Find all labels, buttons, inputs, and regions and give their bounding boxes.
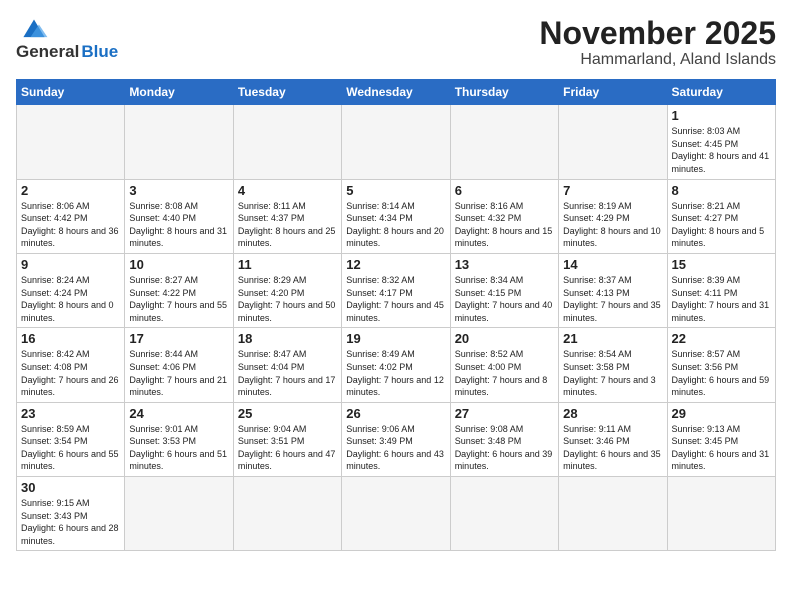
empty-cell <box>17 105 125 179</box>
empty-cell <box>233 105 341 179</box>
day-11: 11 Sunrise: 8:29 AM Sunset: 4:20 PM Dayl… <box>233 253 341 327</box>
day-10: 10 Sunrise: 8:27 AM Sunset: 4:22 PM Dayl… <box>125 253 233 327</box>
weekday-header-row: Sunday Monday Tuesday Wednesday Thursday… <box>17 80 776 105</box>
location-title: Hammarland, Aland Islands <box>539 51 776 69</box>
day-28: 28 Sunrise: 9:11 AM Sunset: 3:46 PM Dayl… <box>559 402 667 476</box>
day-20: 20 Sunrise: 8:52 AM Sunset: 4:00 PM Dayl… <box>450 328 558 402</box>
day-4: 4 Sunrise: 8:11 AM Sunset: 4:37 PM Dayli… <box>233 179 341 253</box>
empty-cell <box>342 105 450 179</box>
day-7: 7 Sunrise: 8:19 AM Sunset: 4:29 PM Dayli… <box>559 179 667 253</box>
day-17: 17 Sunrise: 8:44 AM Sunset: 4:06 PM Dayl… <box>125 328 233 402</box>
day-30: 30 Sunrise: 9:15 AM Sunset: 3:43 PM Dayl… <box>17 477 125 551</box>
day-16: 16 Sunrise: 8:42 AM Sunset: 4:08 PM Dayl… <box>17 328 125 402</box>
day-13: 13 Sunrise: 8:34 AM Sunset: 4:15 PM Dayl… <box>450 253 558 327</box>
week-row-2: 2 Sunrise: 8:06 AM Sunset: 4:42 PM Dayli… <box>17 179 776 253</box>
day-18: 18 Sunrise: 8:47 AM Sunset: 4:04 PM Dayl… <box>233 328 341 402</box>
empty-cell <box>125 477 233 551</box>
page-header: General Blue November 2025 Hammarland, A… <box>16 16 776 69</box>
logo-icon <box>16 16 52 40</box>
day-2: 2 Sunrise: 8:06 AM Sunset: 4:42 PM Dayli… <box>17 179 125 253</box>
empty-cell <box>342 477 450 551</box>
day-15: 15 Sunrise: 8:39 AM Sunset: 4:11 PM Dayl… <box>667 253 775 327</box>
logo-general: General <box>16 42 79 62</box>
day-8: 8 Sunrise: 8:21 AM Sunset: 4:27 PM Dayli… <box>667 179 775 253</box>
logo: General Blue <box>16 16 118 62</box>
day-25: 25 Sunrise: 9:04 AM Sunset: 3:51 PM Dayl… <box>233 402 341 476</box>
day-21: 21 Sunrise: 8:54 AM Sunset: 3:58 PM Dayl… <box>559 328 667 402</box>
month-title: November 2025 <box>539 16 776 51</box>
day-6: 6 Sunrise: 8:16 AM Sunset: 4:32 PM Dayli… <box>450 179 558 253</box>
day-24: 24 Sunrise: 9:01 AM Sunset: 3:53 PM Dayl… <box>125 402 233 476</box>
empty-cell <box>559 477 667 551</box>
week-row-1: 1 Sunrise: 8:03 AM Sunset: 4:45 PM Dayli… <box>17 105 776 179</box>
day-22: 22 Sunrise: 8:57 AM Sunset: 3:56 PM Dayl… <box>667 328 775 402</box>
day-26: 26 Sunrise: 9:06 AM Sunset: 3:49 PM Dayl… <box>342 402 450 476</box>
day-5: 5 Sunrise: 8:14 AM Sunset: 4:34 PM Dayli… <box>342 179 450 253</box>
day-29: 29 Sunrise: 9:13 AM Sunset: 3:45 PM Dayl… <box>667 402 775 476</box>
header-saturday: Saturday <box>667 80 775 105</box>
day-9: 9 Sunrise: 8:24 AM Sunset: 4:24 PM Dayli… <box>17 253 125 327</box>
header-friday: Friday <box>559 80 667 105</box>
header-sunday: Sunday <box>17 80 125 105</box>
day-23: 23 Sunrise: 8:59 AM Sunset: 3:54 PM Dayl… <box>17 402 125 476</box>
day-19: 19 Sunrise: 8:49 AM Sunset: 4:02 PM Dayl… <box>342 328 450 402</box>
title-block: November 2025 Hammarland, Aland Islands <box>539 16 776 69</box>
week-row-5: 23 Sunrise: 8:59 AM Sunset: 3:54 PM Dayl… <box>17 402 776 476</box>
header-thursday: Thursday <box>450 80 558 105</box>
week-row-3: 9 Sunrise: 8:24 AM Sunset: 4:24 PM Dayli… <box>17 253 776 327</box>
empty-cell <box>125 105 233 179</box>
empty-cell <box>450 477 558 551</box>
day-3: 3 Sunrise: 8:08 AM Sunset: 4:40 PM Dayli… <box>125 179 233 253</box>
header-wednesday: Wednesday <box>342 80 450 105</box>
day-12: 12 Sunrise: 8:32 AM Sunset: 4:17 PM Dayl… <box>342 253 450 327</box>
empty-cell <box>450 105 558 179</box>
day-1: 1 Sunrise: 8:03 AM Sunset: 4:45 PM Dayli… <box>667 105 775 179</box>
header-monday: Monday <box>125 80 233 105</box>
day-27: 27 Sunrise: 9:08 AM Sunset: 3:48 PM Dayl… <box>450 402 558 476</box>
week-row-4: 16 Sunrise: 8:42 AM Sunset: 4:08 PM Dayl… <box>17 328 776 402</box>
week-row-6: 30 Sunrise: 9:15 AM Sunset: 3:43 PM Dayl… <box>17 477 776 551</box>
empty-cell <box>667 477 775 551</box>
calendar-table: Sunday Monday Tuesday Wednesday Thursday… <box>16 79 776 551</box>
empty-cell <box>233 477 341 551</box>
day-14: 14 Sunrise: 8:37 AM Sunset: 4:13 PM Dayl… <box>559 253 667 327</box>
header-tuesday: Tuesday <box>233 80 341 105</box>
empty-cell <box>559 105 667 179</box>
logo-blue: Blue <box>81 42 118 62</box>
